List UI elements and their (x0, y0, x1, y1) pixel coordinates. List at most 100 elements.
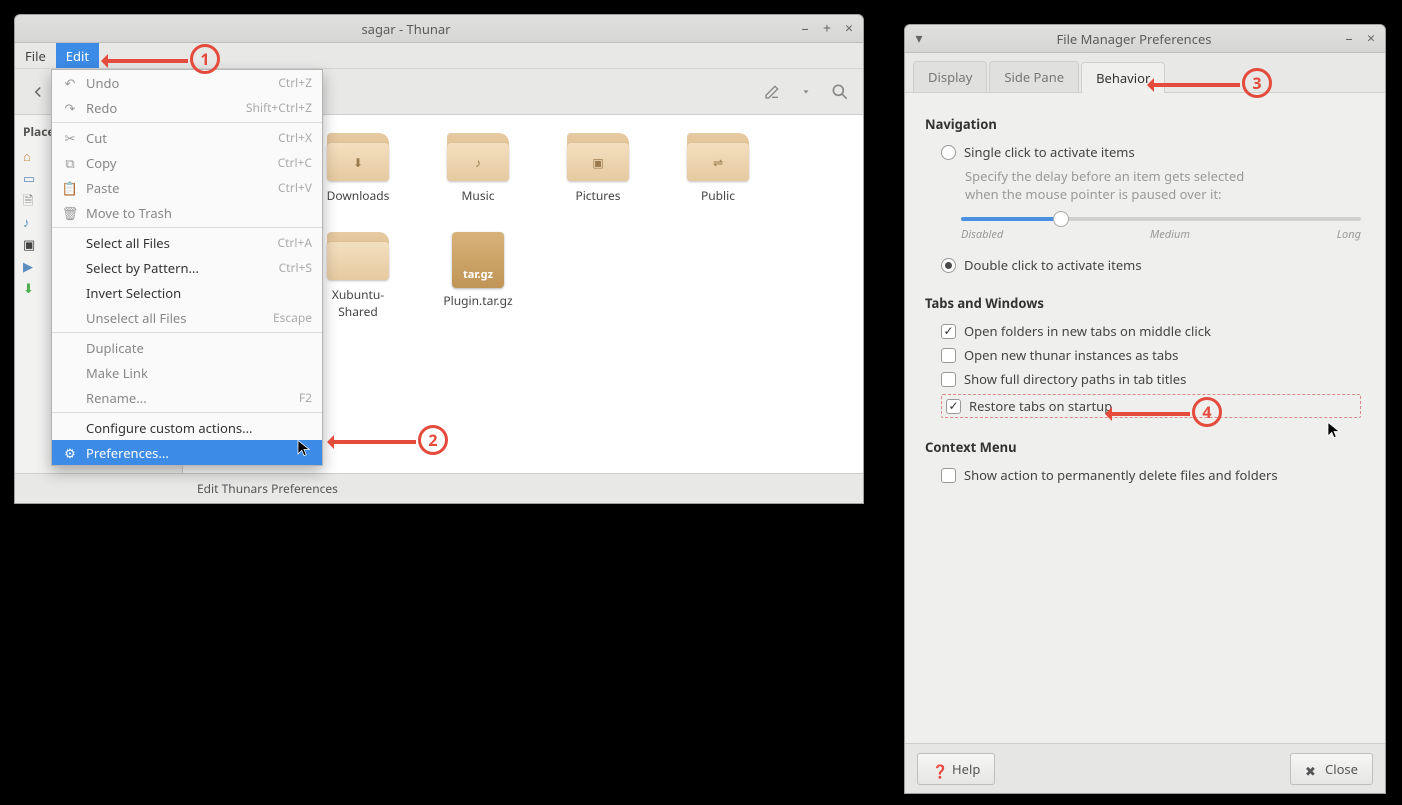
file-name: Music (462, 187, 495, 204)
videos-icon: ▶ (23, 257, 39, 273)
folder-icon: ♪ (447, 133, 509, 181)
file-item[interactable]: ⇌ Public (675, 133, 761, 204)
menu-make-link[interactable]: Make Link (52, 360, 322, 385)
annotation-arrow (1108, 412, 1190, 416)
menu-preferences[interactable]: ⚙Preferences... (52, 440, 322, 465)
menu-redo[interactable]: ↷RedoShift+Ctrl+Z (52, 95, 322, 120)
prefs-window: ▾ File Manager Preferences – × Display S… (904, 24, 1386, 794)
menu-copy[interactable]: ⧉CopyCtrl+C (52, 150, 322, 175)
radio-icon (941, 145, 956, 160)
window-menu-icon[interactable]: ▾ (911, 31, 927, 47)
file-name: Pictures (575, 187, 620, 204)
file-item[interactable]: Xubuntu-Shared (315, 232, 401, 320)
checkbox-icon (941, 372, 956, 387)
help-icon: ❓ (932, 762, 946, 776)
minimize-icon[interactable]: – (1341, 31, 1357, 47)
file-name: Plugin.tar.gz (443, 292, 512, 309)
minimize-icon[interactable]: – (797, 21, 813, 37)
menu-invert-selection[interactable]: Invert Selection (52, 280, 322, 305)
tab-display[interactable]: Display (913, 61, 987, 92)
annotation-arrow (330, 440, 416, 444)
prefs-title: File Manager Preferences (933, 30, 1335, 48)
thunar-title: sagar - Thunar (21, 20, 791, 38)
option-single-click[interactable]: Single click to activate items (941, 143, 1365, 161)
status-text: Edit Thunars Preferences (197, 480, 338, 497)
folder-icon: ▣ (567, 133, 629, 181)
section-navigation: Navigation (925, 115, 1365, 133)
checkbox-icon (941, 468, 956, 483)
menu-cut[interactable]: ✂CutCtrl+X (52, 125, 322, 150)
document-icon: 🗎 (23, 191, 39, 207)
edit-path-icon[interactable] (757, 77, 787, 107)
file-name: Public (701, 187, 735, 204)
annotation-badge: 1 (190, 44, 220, 74)
paste-icon: 📋 (62, 180, 78, 196)
tab-side-pane[interactable]: Side Pane (989, 61, 1079, 92)
annotation-badge: 4 (1192, 397, 1222, 427)
option-middle-click-tabs[interactable]: Open folders in new tabs on middle click (941, 322, 1365, 340)
option-double-click[interactable]: Double click to activate items (941, 256, 1365, 274)
single-click-delay-slider[interactable]: Disabled Medium Long (961, 217, 1361, 242)
checkbox-icon (941, 324, 956, 339)
trash-icon: 🗑 (62, 205, 78, 221)
back-icon[interactable] (23, 77, 53, 107)
checkbox-icon (941, 348, 956, 363)
pictures-icon: ▣ (23, 235, 39, 251)
radio-icon (941, 258, 956, 273)
section-context-menu: Context Menu (925, 438, 1365, 456)
annotation-badge: 2 (418, 425, 448, 455)
gear-icon: ⚙ (62, 445, 78, 461)
menu-edit[interactable]: Edit (56, 43, 99, 68)
annotation-arrow (104, 59, 188, 63)
close-icon[interactable]: × (841, 21, 857, 37)
archive-icon: tar.gz (452, 232, 504, 288)
thunar-menubar: File Edit (15, 43, 863, 69)
search-icon[interactable] (825, 77, 855, 107)
annotation-badge: 3 (1242, 68, 1272, 98)
thunar-titlebar: sagar - Thunar – + × (15, 15, 863, 43)
redo-icon: ↷ (62, 100, 78, 116)
annotation-arrow (1150, 83, 1240, 87)
menu-paste[interactable]: 📋PasteCtrl+V (52, 175, 322, 200)
close-icon[interactable]: × (1363, 31, 1379, 47)
folder-icon: ⬇ (327, 133, 389, 181)
edit-menu: ↶UndoCtrl+Z ↷RedoShift+Ctrl+Z ✂CutCtrl+X… (51, 69, 323, 466)
single-click-note: Specify the delay before an item gets se… (965, 167, 1365, 203)
menu-file[interactable]: File (15, 43, 56, 68)
menu-trash[interactable]: 🗑Move to Trash (52, 200, 322, 225)
prefs-body: Navigation Single click to activate item… (905, 93, 1385, 743)
desktop-icon: ▭ (23, 169, 39, 185)
option-instances-as-tabs[interactable]: Open new thunar instances as tabs (941, 346, 1365, 364)
file-name: Downloads (327, 187, 390, 204)
menu-custom-actions[interactable]: Configure custom actions... (52, 415, 322, 440)
menu-select-pattern[interactable]: Select by Pattern...Ctrl+S (52, 255, 322, 280)
option-full-path-tabs[interactable]: Show full directory paths in tab titles (941, 370, 1365, 388)
view-switch-icon[interactable] (791, 77, 821, 107)
undo-icon: ↶ (62, 75, 78, 91)
cut-icon: ✂ (62, 130, 78, 146)
menu-select-all[interactable]: Select all FilesCtrl+A (52, 230, 322, 255)
help-button[interactable]: ❓ Help (917, 753, 995, 785)
option-permanent-delete[interactable]: Show action to permanently delete files … (941, 466, 1365, 484)
prefs-titlebar: ▾ File Manager Preferences – × (905, 25, 1385, 53)
maximize-icon[interactable]: + (819, 21, 835, 37)
section-tabs-windows: Tabs and Windows (925, 294, 1365, 312)
file-item[interactable]: tar.gz Plugin.tar.gz (435, 232, 521, 320)
menu-undo[interactable]: ↶UndoCtrl+Z (52, 70, 322, 95)
file-item[interactable]: ▣ Pictures (555, 133, 641, 204)
mouse-cursor-icon (1325, 419, 1343, 441)
mouse-cursor-icon (295, 437, 313, 459)
prefs-footer: ❓ Help ✖ Close (905, 743, 1385, 793)
downloads-icon: ⬇ (23, 279, 39, 295)
menu-duplicate[interactable]: Duplicate (52, 335, 322, 360)
folder-icon: ⇌ (687, 133, 749, 181)
copy-icon: ⧉ (62, 155, 78, 171)
file-item[interactable]: ♪ Music (435, 133, 521, 204)
folder-icon (327, 232, 389, 280)
menu-rename[interactable]: Rename...F2 (52, 385, 322, 410)
music-icon: ♪ (23, 213, 39, 229)
file-item[interactable]: ⬇ Downloads (315, 133, 401, 204)
menu-unselect-all[interactable]: Unselect all FilesEscape (52, 305, 322, 330)
slider-thumb-icon[interactable] (1053, 211, 1069, 227)
close-button[interactable]: ✖ Close (1290, 753, 1373, 785)
